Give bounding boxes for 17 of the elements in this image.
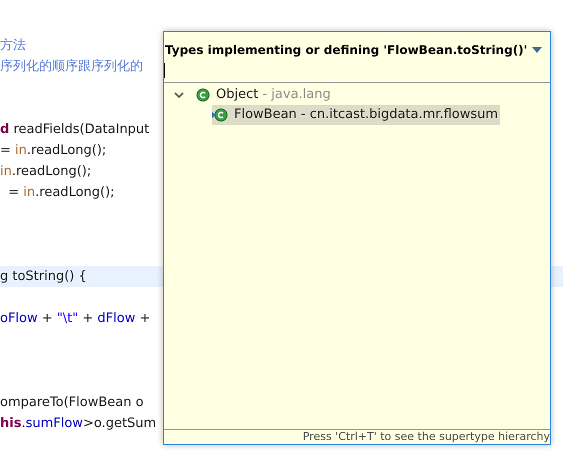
popup-title: Types implementing or defining 'FlowBean.toString()' xyxy=(164,42,528,59)
code-line: his.sumFlow>o.getSum xyxy=(0,416,156,431)
code-line: in.readLong(); xyxy=(0,164,92,179)
code-line: = in.readLong(); xyxy=(0,143,106,158)
code-line: ompareTo(FlowBean o xyxy=(0,395,144,410)
code-comment: 方法 xyxy=(0,38,26,53)
chevron-down-icon[interactable] xyxy=(174,91,184,99)
code-line: = in.readLong(); xyxy=(7,185,115,200)
hint-text: Press 'Ctrl+T' to see the supertype hierarchy xyxy=(302,430,550,444)
code-line: g toString() { xyxy=(0,269,87,284)
code-comment: 序列化的顺序跟序列化的 xyxy=(0,59,143,74)
code-line: oFlow + "\t" + dFlow + xyxy=(0,311,150,326)
tree-item[interactable]: FlowBean - cn.itcast.bigdata.mr.flowsum xyxy=(212,105,500,125)
class-icon xyxy=(194,88,210,102)
dropdown-icon[interactable] xyxy=(532,47,542,53)
code-line: d readFields(DataInput xyxy=(0,122,150,137)
tree-item[interactable]: Object - java.lang xyxy=(194,85,333,105)
